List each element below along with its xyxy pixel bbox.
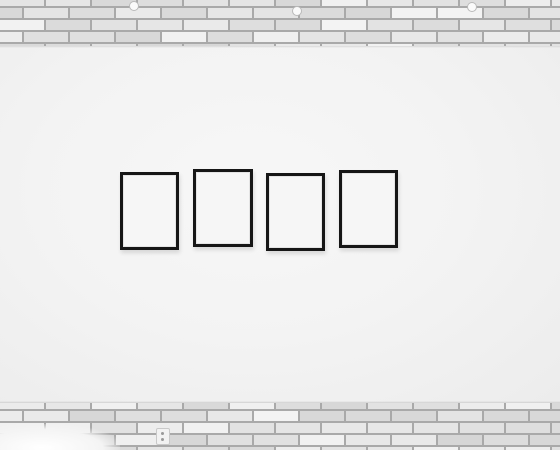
empty-picture-frame-3 [266,173,325,251]
floor-object [0,424,120,450]
rail-light-clip [468,3,476,11]
rail-light-clip [293,7,301,15]
empty-picture-frame-2 [193,169,253,247]
brick-pattern-top [0,0,560,46]
brick-wall-top [0,0,560,46]
power-outlet-icon [156,428,170,445]
gallery-scene [0,0,560,450]
wall-shadow-top [0,46,560,48]
empty-picture-frame-4 [339,170,398,248]
empty-picture-frame-1 [120,172,179,250]
rail-light-clip [130,2,138,10]
